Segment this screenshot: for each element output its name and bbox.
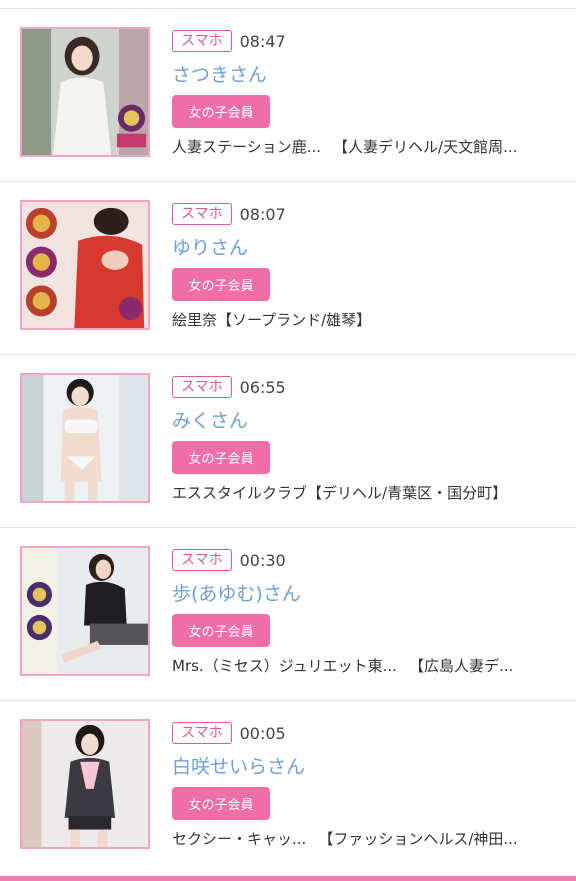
bottom-accent-bar bbox=[0, 876, 576, 881]
meta-row: スマホ 06:55 bbox=[172, 375, 286, 399]
list-item[interactable]: スマホ 00:05 白咲せいらさん 女の子会員 セクシー・キャッ... 【ファッ… bbox=[0, 701, 576, 874]
member-badge: 女の子会員 bbox=[172, 95, 270, 128]
post-time: 08:07 bbox=[239, 204, 286, 224]
post-time: 06:55 bbox=[239, 377, 286, 397]
girl-name-link[interactable]: 白咲せいらさん bbox=[172, 752, 305, 779]
girl-name-link[interactable]: みくさん bbox=[172, 406, 248, 433]
shop-info: 人妻ステーション鹿... 【人妻デリヘル/天文館周... bbox=[172, 136, 517, 157]
list-item[interactable]: スマホ 06:55 みくさん 女の子会員 エススタイルクラブ 【デリヘル/青葉区… bbox=[0, 355, 576, 528]
girl-name-link[interactable]: さつきさん bbox=[172, 60, 267, 87]
shop-category: 【人妻デリヘル/天文館周... bbox=[333, 138, 518, 156]
list-item[interactable]: スマホ 08:07 ゆりさん 女の子会員 絵里奈 【ソープランド/雄琴】 bbox=[0, 182, 576, 355]
post-time: 08:47 bbox=[239, 31, 286, 51]
post-time: 00:05 bbox=[239, 723, 286, 743]
device-badge: スマホ bbox=[172, 549, 232, 571]
meta-row: スマホ 08:47 bbox=[172, 29, 286, 53]
shop-info: セクシー・キャッ... 【ファッションヘルス/神田... bbox=[172, 828, 518, 849]
shop-name[interactable]: 人妻ステーション鹿... bbox=[172, 136, 321, 157]
shop-info: Mrs.（ミセス）ジュリエット東... 【広島人妻デ... bbox=[172, 655, 513, 676]
device-badge: スマホ bbox=[172, 30, 232, 52]
post-time: 00:30 bbox=[239, 550, 286, 570]
profile-photo[interactable] bbox=[20, 546, 150, 676]
device-badge: スマホ bbox=[172, 722, 232, 744]
profile-photo[interactable] bbox=[20, 27, 150, 157]
profile-photo[interactable] bbox=[20, 200, 150, 330]
member-badge: 女の子会員 bbox=[172, 441, 270, 474]
top-divider bbox=[0, 0, 576, 9]
list-item[interactable]: スマホ 08:47 さつきさん 女の子会員 人妻ステーション鹿... 【人妻デリ… bbox=[0, 9, 576, 182]
shop-info: 絵里奈 【ソープランド/雄琴】 bbox=[172, 309, 371, 330]
shop-category: 【ソープランド/雄琴】 bbox=[217, 311, 372, 329]
shop-name[interactable]: Mrs.（ミセス）ジュリエット東... bbox=[172, 655, 397, 676]
meta-row: スマホ 00:30 bbox=[172, 548, 286, 572]
meta-row: スマホ 08:07 bbox=[172, 202, 286, 226]
meta-row: スマホ 00:05 bbox=[172, 721, 286, 745]
shop-category: 【ファッションヘルス/神田... bbox=[318, 830, 518, 848]
member-badge: 女の子会員 bbox=[172, 614, 270, 647]
list-item[interactable]: スマホ 00:30 歩(あゆむ)さん 女の子会員 Mrs.（ミセス）ジュリエット… bbox=[0, 528, 576, 701]
girl-name-link[interactable]: ゆりさん bbox=[172, 233, 248, 260]
device-badge: スマホ bbox=[172, 376, 232, 398]
shop-info: エススタイルクラブ 【デリヘル/青葉区・国分町】 bbox=[172, 482, 507, 503]
shop-name[interactable]: エススタイルクラブ bbox=[172, 482, 307, 503]
member-badge: 女の子会員 bbox=[172, 787, 270, 820]
shop-name[interactable]: セクシー・キャッ... bbox=[172, 828, 306, 849]
shop-category: 【広島人妻デ... bbox=[408, 657, 514, 675]
girl-name-link[interactable]: 歩(あゆむ)さん bbox=[172, 579, 301, 606]
shop-category: 【デリヘル/青葉区・国分町】 bbox=[307, 484, 508, 502]
device-badge: スマホ bbox=[172, 203, 232, 225]
profile-photo[interactable] bbox=[20, 373, 150, 503]
girl-list: スマホ 08:47 さつきさん 女の子会員 人妻ステーション鹿... 【人妻デリ… bbox=[0, 9, 576, 874]
member-badge: 女の子会員 bbox=[172, 268, 270, 301]
shop-name[interactable]: 絵里奈 bbox=[172, 309, 217, 330]
profile-photo[interactable] bbox=[20, 719, 150, 849]
